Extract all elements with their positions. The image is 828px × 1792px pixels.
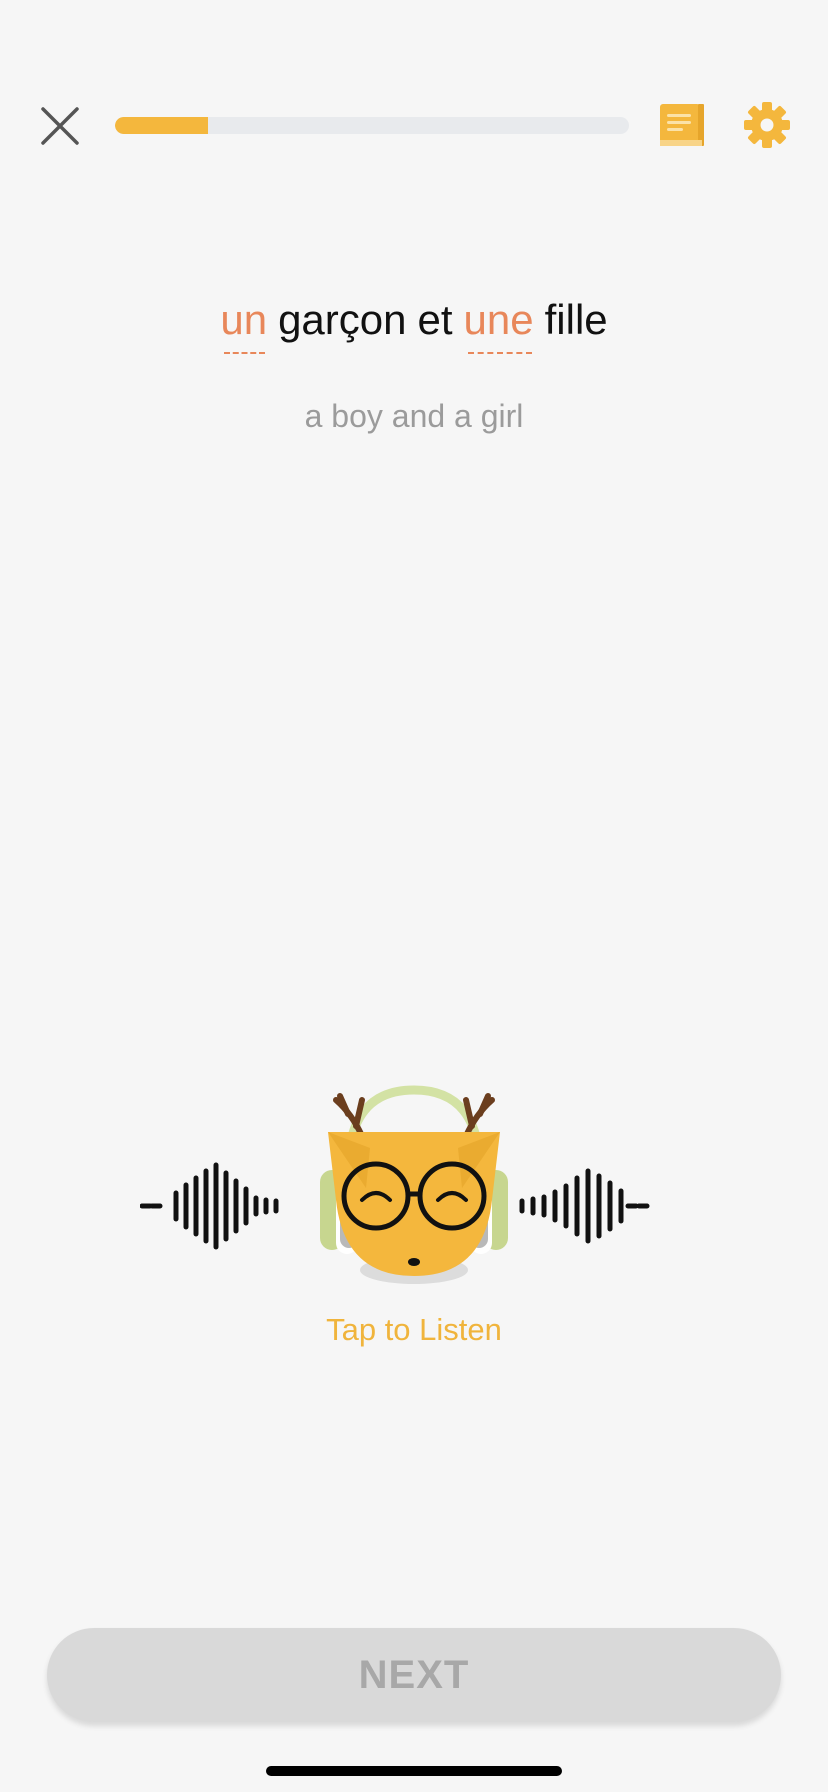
sentence-word[interactable]: garçon [278, 296, 406, 344]
sentence-word[interactable]: fille [545, 296, 608, 344]
gear-icon [744, 102, 790, 148]
notes-button[interactable] [656, 100, 708, 150]
home-indicator [266, 1766, 562, 1776]
next-button[interactable]: NEXT [47, 1628, 781, 1722]
close-icon [41, 107, 79, 145]
close-button[interactable] [36, 102, 84, 150]
french-sentence: un garçon et une fille [0, 296, 828, 354]
lesson-progress-fill [115, 117, 208, 134]
lesson-screen: ungarçonetunefille a boy and a girl [0, 0, 828, 1792]
sentence-word[interactable]: une [464, 296, 534, 354]
settings-button[interactable] [742, 100, 792, 150]
sentence-word[interactable]: et [418, 296, 453, 344]
notes-book-icon [660, 104, 704, 146]
sentence-word[interactable]: un [220, 296, 267, 354]
listen-button[interactable] [139, 1080, 688, 1300]
tap-to-listen-label[interactable]: Tap to Listen [0, 1312, 828, 1348]
deer-headphones-mascot-icon [320, 1085, 508, 1284]
lesson-progress-bar [115, 117, 629, 134]
english-translation: a boy and a girl [304, 398, 524, 434]
